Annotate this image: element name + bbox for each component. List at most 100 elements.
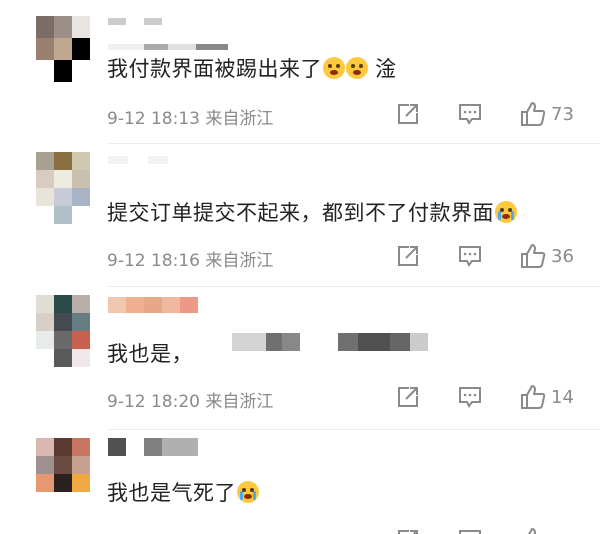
avatar-pixel <box>72 152 90 170</box>
avatar-pixel <box>54 170 72 188</box>
avatar[interactable] <box>36 152 90 224</box>
username[interactable] <box>108 156 168 164</box>
username-pixel <box>108 156 128 164</box>
username-pixel <box>108 297 126 313</box>
avatar[interactable] <box>36 16 90 82</box>
redacted-pixel <box>232 333 266 351</box>
redacted-pixel <box>282 333 300 351</box>
avatar-pixel <box>36 16 54 38</box>
comment-date: 9-12 18:20 <box>107 392 200 412</box>
avatar-pixel <box>36 38 54 60</box>
avatar-pixel <box>54 188 72 206</box>
share-button[interactable] <box>395 242 421 270</box>
avatar-pixel <box>36 206 54 224</box>
comment-button[interactable] <box>457 526 483 534</box>
redacted-pixel <box>300 333 338 351</box>
scared-emoji-icon <box>346 57 368 79</box>
username[interactable] <box>108 297 198 313</box>
comment-item: 我付款界面被踢出来了 淦 9-12 18:13 来自浙江 73 <box>0 0 600 145</box>
comment-actions: 73 <box>395 100 600 128</box>
comment-text: 我付款界面被踢出来了 淦 <box>107 57 397 81</box>
avatar[interactable] <box>36 295 90 367</box>
username-pixel <box>144 438 162 456</box>
comment-date: 9-12 18:16 <box>107 251 200 271</box>
username-pixel <box>144 44 168 50</box>
avatar-pixel <box>36 170 54 188</box>
like-button[interactable]: 73 <box>519 100 574 128</box>
avatar[interactable] <box>36 438 90 492</box>
scared-emoji-icon <box>323 57 345 79</box>
avatar-pixel <box>72 474 90 492</box>
avatar-pixel <box>54 331 72 349</box>
username-pixel <box>126 438 144 456</box>
username-pixel <box>144 297 162 313</box>
avatar-pixel <box>54 438 72 456</box>
username[interactable] <box>108 438 198 456</box>
comment-actions-partial <box>395 526 600 534</box>
avatar-pixel <box>36 349 54 367</box>
username-pixel <box>126 297 144 313</box>
avatar-pixel <box>36 60 54 82</box>
like-button[interactable] <box>519 526 547 534</box>
avatar-pixel <box>36 152 54 170</box>
username-subline <box>108 44 228 50</box>
comment-item: 提交订单提交不起来，都到不了付款界面 9-12 18:16 来自浙江 36 <box>0 144 600 287</box>
comment-button[interactable] <box>457 100 483 128</box>
redacted-text <box>232 333 428 351</box>
username-pixel <box>128 156 148 164</box>
share-icon <box>398 387 418 407</box>
avatar-pixel <box>72 16 90 38</box>
avatar-pixel <box>54 206 72 224</box>
avatar-pixel <box>72 295 90 313</box>
comment-text: 提交订单提交不起来，都到不了付款界面 <box>107 200 517 226</box>
username[interactable] <box>108 18 162 25</box>
username-pixel <box>168 44 196 50</box>
avatar-pixel <box>72 188 90 206</box>
username-pixel <box>196 44 228 50</box>
avatar-pixel <box>54 456 72 474</box>
comment-text: 我也是气死了 <box>107 480 259 506</box>
like-button[interactable]: 36 <box>519 242 574 270</box>
comment-icon <box>459 387 481 408</box>
avatar-pixel <box>72 38 90 60</box>
comment-item: 我也是， 9-12 18:20 来自浙江 14 <box>0 287 600 430</box>
comment-icon <box>459 246 481 267</box>
share-icon <box>398 530 418 534</box>
comment-button[interactable] <box>457 383 483 411</box>
avatar-pixel <box>72 206 90 224</box>
comment-icon <box>459 530 481 534</box>
like-count: 73 <box>551 103 574 125</box>
comment-text: 我也是， <box>107 342 193 366</box>
share-button[interactable] <box>395 100 421 128</box>
avatar-pixel <box>72 456 90 474</box>
comment-location: 来自浙江 <box>205 109 274 129</box>
username-pixel <box>162 438 198 456</box>
crying-emoji-icon <box>237 481 259 503</box>
comment-actions: 14 <box>395 383 600 411</box>
avatar-pixel <box>36 474 54 492</box>
like-button[interactable]: 14 <box>519 383 574 411</box>
comment-button[interactable] <box>457 242 483 270</box>
redacted-pixel <box>338 333 358 351</box>
like-count: 14 <box>551 386 574 408</box>
comment-meta: 9-12 18:16 来自浙江 <box>107 246 273 271</box>
comment-item: 我也是气死了 <box>0 430 600 534</box>
comment-date: 9-12 18:13 <box>107 109 200 129</box>
avatar-pixel <box>36 438 54 456</box>
avatar-pixel <box>36 313 54 331</box>
comment-location: 来自浙江 <box>205 392 274 412</box>
avatar-pixel <box>54 474 72 492</box>
avatar-pixel <box>72 60 90 82</box>
username-pixel <box>162 297 180 313</box>
comment-meta: 9-12 18:13 来自浙江 <box>107 104 273 129</box>
avatar-pixel <box>36 331 54 349</box>
redacted-pixel <box>358 333 390 351</box>
username-pixel <box>108 438 126 456</box>
share-button[interactable] <box>395 526 421 534</box>
thumbs-up-icon <box>528 527 537 534</box>
username-pixel <box>108 18 126 25</box>
avatar-pixel <box>54 16 72 38</box>
avatar-pixel <box>72 170 90 188</box>
share-button[interactable] <box>395 383 421 411</box>
username-pixel <box>108 44 144 50</box>
